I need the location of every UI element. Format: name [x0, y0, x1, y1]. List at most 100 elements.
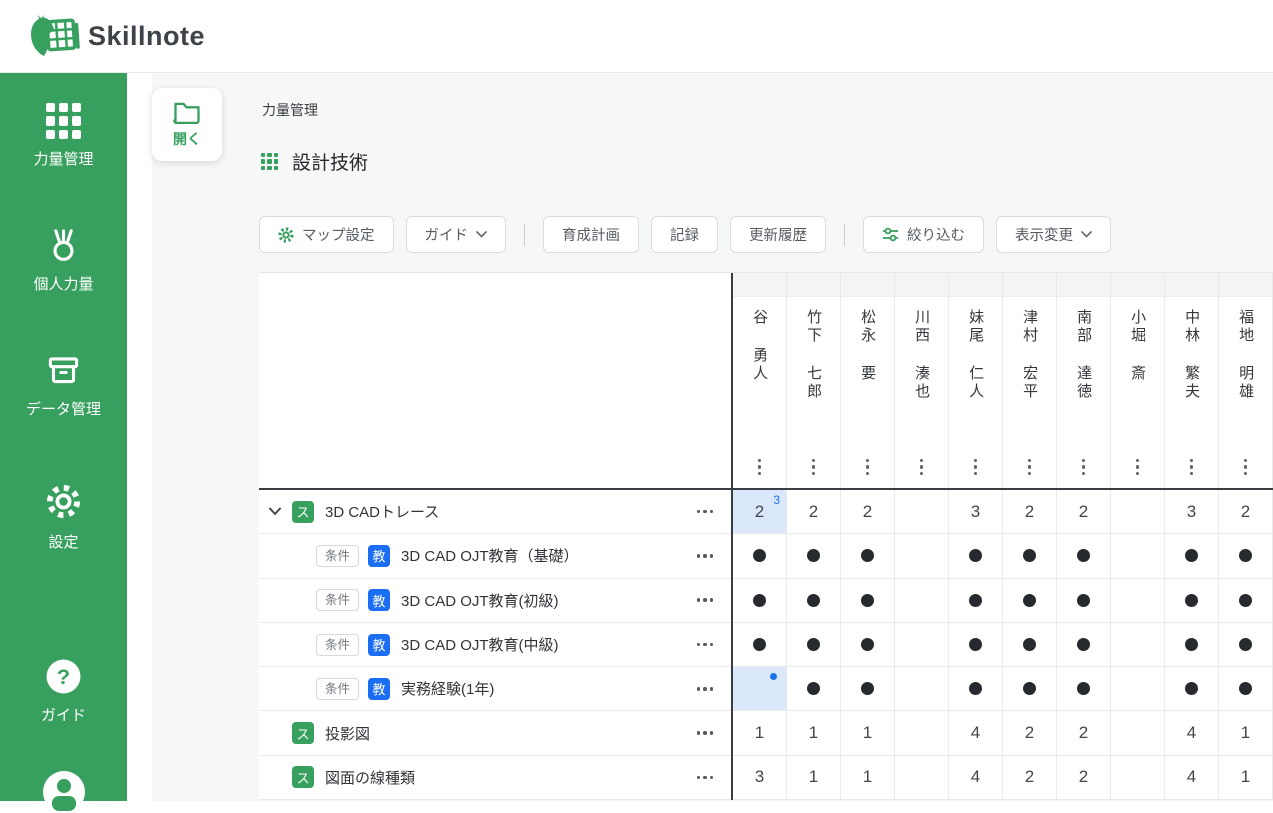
matrix-cell[interactable]: 4: [1165, 756, 1219, 800]
matrix-cell[interactable]: 3: [733, 756, 787, 800]
matrix-cell[interactable]: 2: [1003, 490, 1057, 534]
matrix-cell[interactable]: [895, 711, 949, 755]
matrix-cell[interactable]: 1: [1219, 756, 1273, 800]
matrix-cell[interactable]: [733, 667, 787, 711]
member-menu-kebab-icon[interactable]: [863, 456, 873, 479]
matrix-cell[interactable]: 1: [733, 711, 787, 755]
member-menu-kebab-icon[interactable]: [1133, 456, 1143, 479]
matrix-cell[interactable]: [1057, 623, 1111, 667]
matrix-cell[interactable]: [841, 667, 895, 711]
matrix-cell[interactable]: [1165, 623, 1219, 667]
matrix-cell[interactable]: 1: [841, 756, 895, 800]
matrix-cell[interactable]: 2: [1003, 756, 1057, 800]
matrix-cell[interactable]: [787, 534, 841, 578]
row-header[interactable]: ス投影図: [259, 711, 731, 755]
matrix-cell[interactable]: [841, 534, 895, 578]
row-menu-kebab-icon[interactable]: [695, 639, 716, 651]
row-menu-kebab-icon[interactable]: [695, 550, 716, 562]
row-header[interactable]: 条件教3D CAD OJT教育(中級): [259, 623, 731, 667]
member-column-header[interactable]: 竹下 七郎: [787, 273, 841, 488]
sidebar-item-data-management[interactable]: データ管理: [0, 352, 127, 419]
matrix-cell[interactable]: [841, 579, 895, 623]
member-column-header[interactable]: 福地 明雄: [1219, 273, 1273, 488]
matrix-cell[interactable]: [949, 623, 1003, 667]
row-header[interactable]: 条件教3D CAD OJT教育（基礎）: [259, 534, 731, 578]
sidebar-item-settings[interactable]: 設定: [0, 481, 127, 552]
row-menu-kebab-icon[interactable]: [695, 506, 716, 518]
matrix-cell[interactable]: [1219, 534, 1273, 578]
matrix-cell[interactable]: 4: [949, 711, 1003, 755]
member-menu-kebab-icon[interactable]: [809, 456, 819, 479]
matrix-cell[interactable]: [895, 623, 949, 667]
matrix-cell[interactable]: [1003, 667, 1057, 711]
matrix-cell[interactable]: [1111, 579, 1165, 623]
row-menu-kebab-icon[interactable]: [695, 772, 716, 784]
sidebar-item-personal-skill[interactable]: 個人力量: [0, 227, 127, 294]
matrix-cell[interactable]: [841, 623, 895, 667]
matrix-cell[interactable]: [1111, 756, 1165, 800]
breadcrumb[interactable]: 力量管理: [262, 100, 318, 120]
update-history-button[interactable]: 更新履歴: [730, 216, 826, 253]
guide-dropdown-button[interactable]: ガイド: [406, 216, 507, 253]
matrix-cell[interactable]: [733, 534, 787, 578]
chevron-down-icon[interactable]: [268, 507, 282, 516]
skillnote-logo[interactable]: Skillnote: [28, 14, 205, 58]
matrix-cell[interactable]: [949, 534, 1003, 578]
matrix-cell[interactable]: 2: [1003, 711, 1057, 755]
member-menu-kebab-icon[interactable]: [755, 456, 765, 479]
matrix-cell[interactable]: [1165, 534, 1219, 578]
matrix-cell[interactable]: 3: [1165, 490, 1219, 534]
member-column-header[interactable]: 妹尾 仁人: [949, 273, 1003, 488]
matrix-cell[interactable]: [1057, 534, 1111, 578]
row-menu-kebab-icon[interactable]: [695, 683, 716, 695]
matrix-cell[interactable]: [1111, 490, 1165, 534]
matrix-cell[interactable]: [1165, 667, 1219, 711]
sidebar-item-skill-management[interactable]: 力量管理: [0, 103, 127, 169]
matrix-cell[interactable]: [1219, 623, 1273, 667]
user-avatar[interactable]: [43, 771, 85, 813]
matrix-cell[interactable]: 4: [949, 756, 1003, 800]
member-column-header[interactable]: 中林 繁夫: [1165, 273, 1219, 488]
matrix-cell[interactable]: [1111, 534, 1165, 578]
member-column-header[interactable]: 松永 要: [841, 273, 895, 488]
filter-button[interactable]: 絞り込む: [863, 216, 984, 253]
matrix-cell[interactable]: [733, 579, 787, 623]
matrix-cell[interactable]: 2: [841, 490, 895, 534]
row-header[interactable]: ス図面の線種類: [259, 756, 731, 800]
matrix-cell[interactable]: 1: [1219, 711, 1273, 755]
row-header[interactable]: 条件教3D CAD OJT教育(初級): [259, 579, 731, 623]
matrix-cell[interactable]: 1: [787, 756, 841, 800]
matrix-cell[interactable]: 2: [1219, 490, 1273, 534]
matrix-cell[interactable]: 2: [1057, 490, 1111, 534]
member-column-header[interactable]: 小堀 斎: [1111, 273, 1165, 488]
matrix-cell[interactable]: [1219, 579, 1273, 623]
matrix-cell[interactable]: 2: [1057, 711, 1111, 755]
matrix-cell[interactable]: [1111, 667, 1165, 711]
open-panel-button[interactable]: 開く: [152, 88, 222, 161]
row-menu-kebab-icon[interactable]: [695, 594, 716, 606]
matrix-cell[interactable]: [1057, 667, 1111, 711]
matrix-cell[interactable]: [895, 756, 949, 800]
member-menu-kebab-icon[interactable]: [1025, 456, 1035, 479]
matrix-cell[interactable]: [895, 579, 949, 623]
matrix-cell[interactable]: [949, 579, 1003, 623]
member-column-header[interactable]: 谷 勇人: [733, 273, 787, 488]
row-header[interactable]: ス3D CADトレース: [259, 490, 731, 534]
matrix-cell[interactable]: 1: [787, 711, 841, 755]
row-menu-kebab-icon[interactable]: [695, 727, 716, 739]
member-column-header[interactable]: 川西 湊也: [895, 273, 949, 488]
record-button[interactable]: 記録: [651, 216, 718, 253]
member-menu-kebab-icon[interactable]: [1187, 456, 1197, 479]
member-column-header[interactable]: 南部 達徳: [1057, 273, 1111, 488]
sidebar-item-guide[interactable]: ? ガイド: [0, 658, 127, 725]
matrix-cell[interactable]: 3: [949, 490, 1003, 534]
training-plan-button[interactable]: 育成計画: [543, 216, 639, 253]
row-header[interactable]: 条件教実務経験(1年): [259, 667, 731, 711]
matrix-cell[interactable]: [1003, 579, 1057, 623]
member-menu-kebab-icon[interactable]: [1079, 456, 1089, 479]
matrix-cell[interactable]: [787, 667, 841, 711]
matrix-cell[interactable]: [1165, 579, 1219, 623]
matrix-cell[interactable]: 2: [1057, 756, 1111, 800]
matrix-cell[interactable]: [1219, 667, 1273, 711]
member-menu-kebab-icon[interactable]: [1241, 456, 1251, 479]
